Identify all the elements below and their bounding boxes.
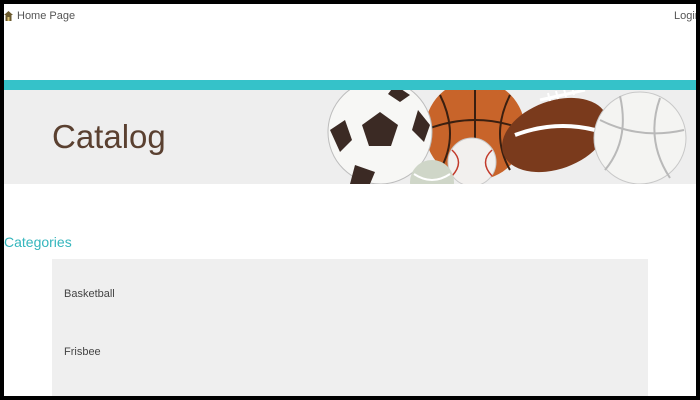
category-list: Basketball Frisbee: [52, 259, 648, 396]
accent-bar: [4, 80, 696, 90]
page-title: Catalog: [52, 118, 166, 155]
category-item-basketball[interactable]: Basketball: [64, 288, 115, 300]
categories-heading: Categories: [4, 234, 72, 250]
browser-viewport: Home Page Login Catalog: [4, 4, 696, 396]
baseball-graphic: [447, 137, 497, 184]
login-link[interactable]: Login: [674, 10, 696, 22]
home-icon: [4, 10, 13, 21]
top-navigation: Home Page Login: [4, 4, 696, 80]
volleyball-graphic: [593, 91, 687, 184]
home-page-label: Home Page: [17, 10, 76, 22]
sports-balls-image: [327, 90, 687, 184]
home-page-link[interactable]: Home Page: [4, 10, 75, 22]
hero-banner: Catalog: [4, 90, 696, 184]
category-item-frisbee[interactable]: Frisbee: [64, 346, 101, 358]
